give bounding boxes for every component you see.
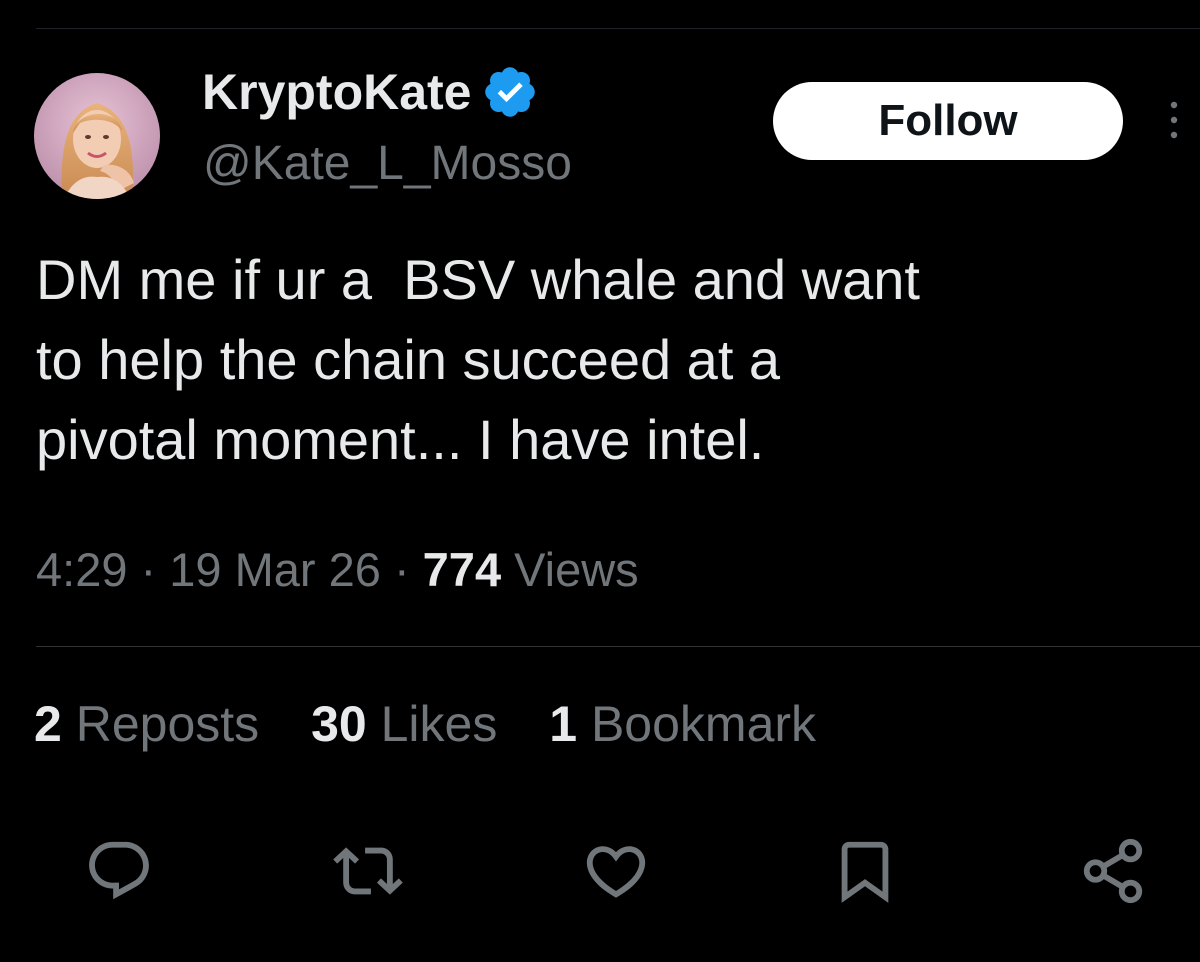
views-count: 774	[422, 543, 502, 596]
more-vertical-icon[interactable]	[1162, 96, 1186, 144]
repost-icon[interactable]	[333, 836, 403, 906]
follow-button[interactable]: Follow	[773, 82, 1123, 160]
reply-icon[interactable]	[84, 836, 154, 906]
bookmarks-label: Bookmark	[590, 696, 817, 752]
tweet-date[interactable]: 19 Mar 26	[169, 543, 381, 596]
stats-divider	[36, 646, 1200, 647]
views-label: Views	[514, 543, 639, 596]
author-name-row: KryptoKate	[202, 60, 539, 124]
action-bar	[0, 836, 1200, 906]
tweet-time[interactable]: 4:29	[36, 543, 127, 596]
reposts-label: Reposts	[75, 696, 260, 752]
tweet-text: DM me if ur a BSV whale and want to help…	[36, 248, 920, 471]
display-name[interactable]: KryptoKate	[202, 63, 471, 121]
top-divider	[36, 28, 1200, 29]
profile-photo-icon	[34, 73, 160, 199]
likes-count: 30	[311, 696, 367, 752]
bookmarks-stat[interactable]: 1 Bookmark	[549, 694, 816, 754]
reposts-count: 2	[34, 696, 62, 752]
reposts-stat[interactable]: 2 Reposts	[34, 694, 259, 754]
tweet-meta: 4:29 · 19 Mar 26 · 774 Views	[36, 540, 639, 600]
share-icon[interactable]	[1078, 836, 1148, 906]
meta-separator: ·	[393, 543, 410, 596]
verified-badge-icon	[485, 67, 536, 117]
bookmarks-count: 1	[549, 696, 578, 752]
likes-stat[interactable]: 30 Likes	[311, 694, 497, 754]
like-icon[interactable]	[581, 836, 651, 906]
meta-separator: ·	[140, 543, 157, 596]
bookmark-icon[interactable]	[830, 836, 900, 906]
engagement-stats: 2 Reposts 30 Likes 1 Bookmark	[34, 694, 854, 754]
author-handle[interactable]: @Kate_L_Mosso	[203, 136, 572, 191]
likes-label: Likes	[380, 696, 498, 752]
avatar[interactable]	[34, 73, 160, 199]
